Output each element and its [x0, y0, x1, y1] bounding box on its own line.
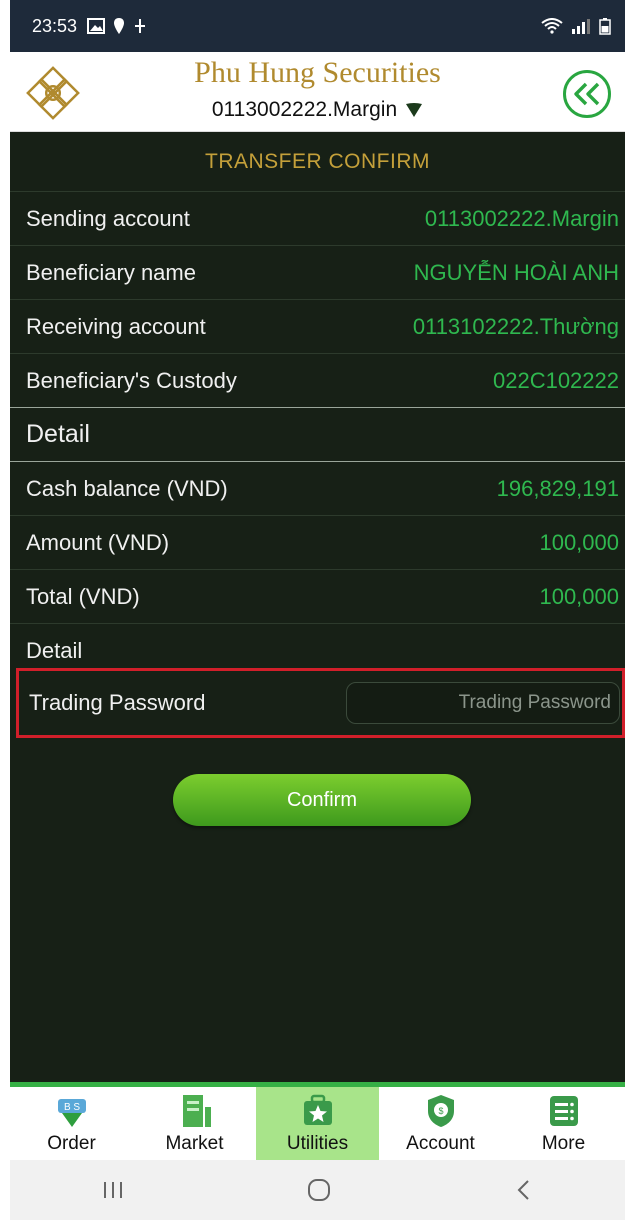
account-selector[interactable]: 0113002222.Margin	[10, 98, 625, 122]
nav-item-utilities[interactable]: Utilities	[256, 1087, 379, 1162]
account-number: 0113002222.Margin	[211, 98, 398, 121]
status-time: 23:53	[32, 15, 78, 36]
amount-row-amount: Amount (VND) 100,000	[10, 516, 625, 570]
info-row-receiving-account: Receiving account 0113102222.Thường	[10, 300, 625, 354]
nav-label: Market	[165, 1133, 224, 1154]
more-icon	[549, 1096, 578, 1126]
row-label: Cash balance (VND)	[26, 475, 228, 501]
amount-row-total: Total (VND) 100,000	[10, 570, 625, 624]
svg-text:B S: B S	[63, 1102, 79, 1113]
row-value: 100,000	[539, 529, 619, 555]
app-header: Phu Hung Securities 0113002222.Margin	[10, 52, 625, 132]
detail-section-header: Detail	[10, 408, 625, 462]
nav-label: More	[541, 1133, 586, 1154]
info-row-beneficiary-custody: Beneficiary's Custody 022C102222	[10, 354, 625, 408]
notification-icon	[135, 19, 146, 33]
signal-icon	[572, 19, 590, 34]
row-value: NGUYỄN HOÀI ANH	[413, 259, 619, 285]
amount-row-cash-balance: Cash balance (VND) 196,829,191	[10, 462, 625, 516]
nav-item-account[interactable]: $ Account	[379, 1087, 502, 1162]
trading-password-row: Trading Password	[16, 668, 625, 738]
row-label: Receiving account	[26, 313, 206, 339]
app-screen: 23:53 Phu Hung Securities 0113002222.Mar…	[10, 0, 625, 1220]
nav-label: Order	[47, 1133, 96, 1154]
order-icon: B S	[57, 1099, 86, 1127]
battery-icon	[599, 18, 611, 35]
trading-password-label: Trading Password	[29, 690, 206, 715]
wifi-icon	[541, 18, 563, 34]
nav-item-market[interactable]: Market	[133, 1087, 256, 1162]
back-icon[interactable]	[514, 1178, 534, 1202]
market-icon	[182, 1095, 211, 1127]
detail-label: Detail	[26, 638, 83, 663]
section-label: Detail	[26, 420, 90, 448]
info-row-sending-account: Sending account 0113002222.Margin	[10, 192, 625, 246]
bottom-nav: B S Order Market Utilities $ Account Mor…	[10, 1082, 625, 1162]
confirm-button[interactable]: Confirm	[173, 774, 471, 826]
recent-apps-icon[interactable]	[101, 1180, 125, 1200]
row-label: Sending account	[26, 205, 190, 231]
svg-text:$: $	[438, 1106, 443, 1116]
row-value: 022C102222	[492, 367, 619, 393]
row-value: 0113002222.Margin	[424, 205, 619, 231]
brand-name: Phu Hung Securities	[194, 56, 441, 89]
location-icon	[114, 18, 125, 34]
system-nav-bar	[10, 1160, 625, 1220]
nav-label: Utilities	[286, 1133, 349, 1154]
nav-label: Account	[406, 1133, 475, 1154]
row-label: Beneficiary's Custody	[26, 367, 237, 393]
info-row-beneficiary-name: Beneficiary name NGUYỄN HOÀI ANH	[10, 246, 625, 300]
row-label: Total (VND)	[26, 583, 140, 609]
gallery-icon	[87, 18, 106, 34]
status-bar: 23:53	[10, 0, 625, 52]
nav-item-order[interactable]: B S Order	[10, 1087, 133, 1162]
dropdown-caret-icon	[406, 103, 423, 118]
nav-item-more[interactable]: More	[502, 1087, 625, 1162]
page-title: TRANSFER CONFIRM	[10, 132, 625, 192]
account-icon: $	[427, 1095, 454, 1127]
row-value: 0113102222.Thường	[412, 313, 619, 339]
home-icon[interactable]	[306, 1177, 332, 1203]
row-value: 100,000	[539, 583, 619, 609]
double-chevron-left-icon	[574, 82, 600, 106]
row-value: 196,829,191	[496, 475, 619, 501]
row-label: Beneficiary name	[26, 259, 196, 285]
trading-password-input[interactable]	[346, 682, 620, 724]
back-button[interactable]	[563, 70, 611, 118]
utilities-icon	[303, 1094, 332, 1125]
transfer-confirm-panel: TRANSFER CONFIRM Sending account 0113002…	[10, 132, 625, 1087]
row-label: Amount (VND)	[26, 529, 170, 555]
